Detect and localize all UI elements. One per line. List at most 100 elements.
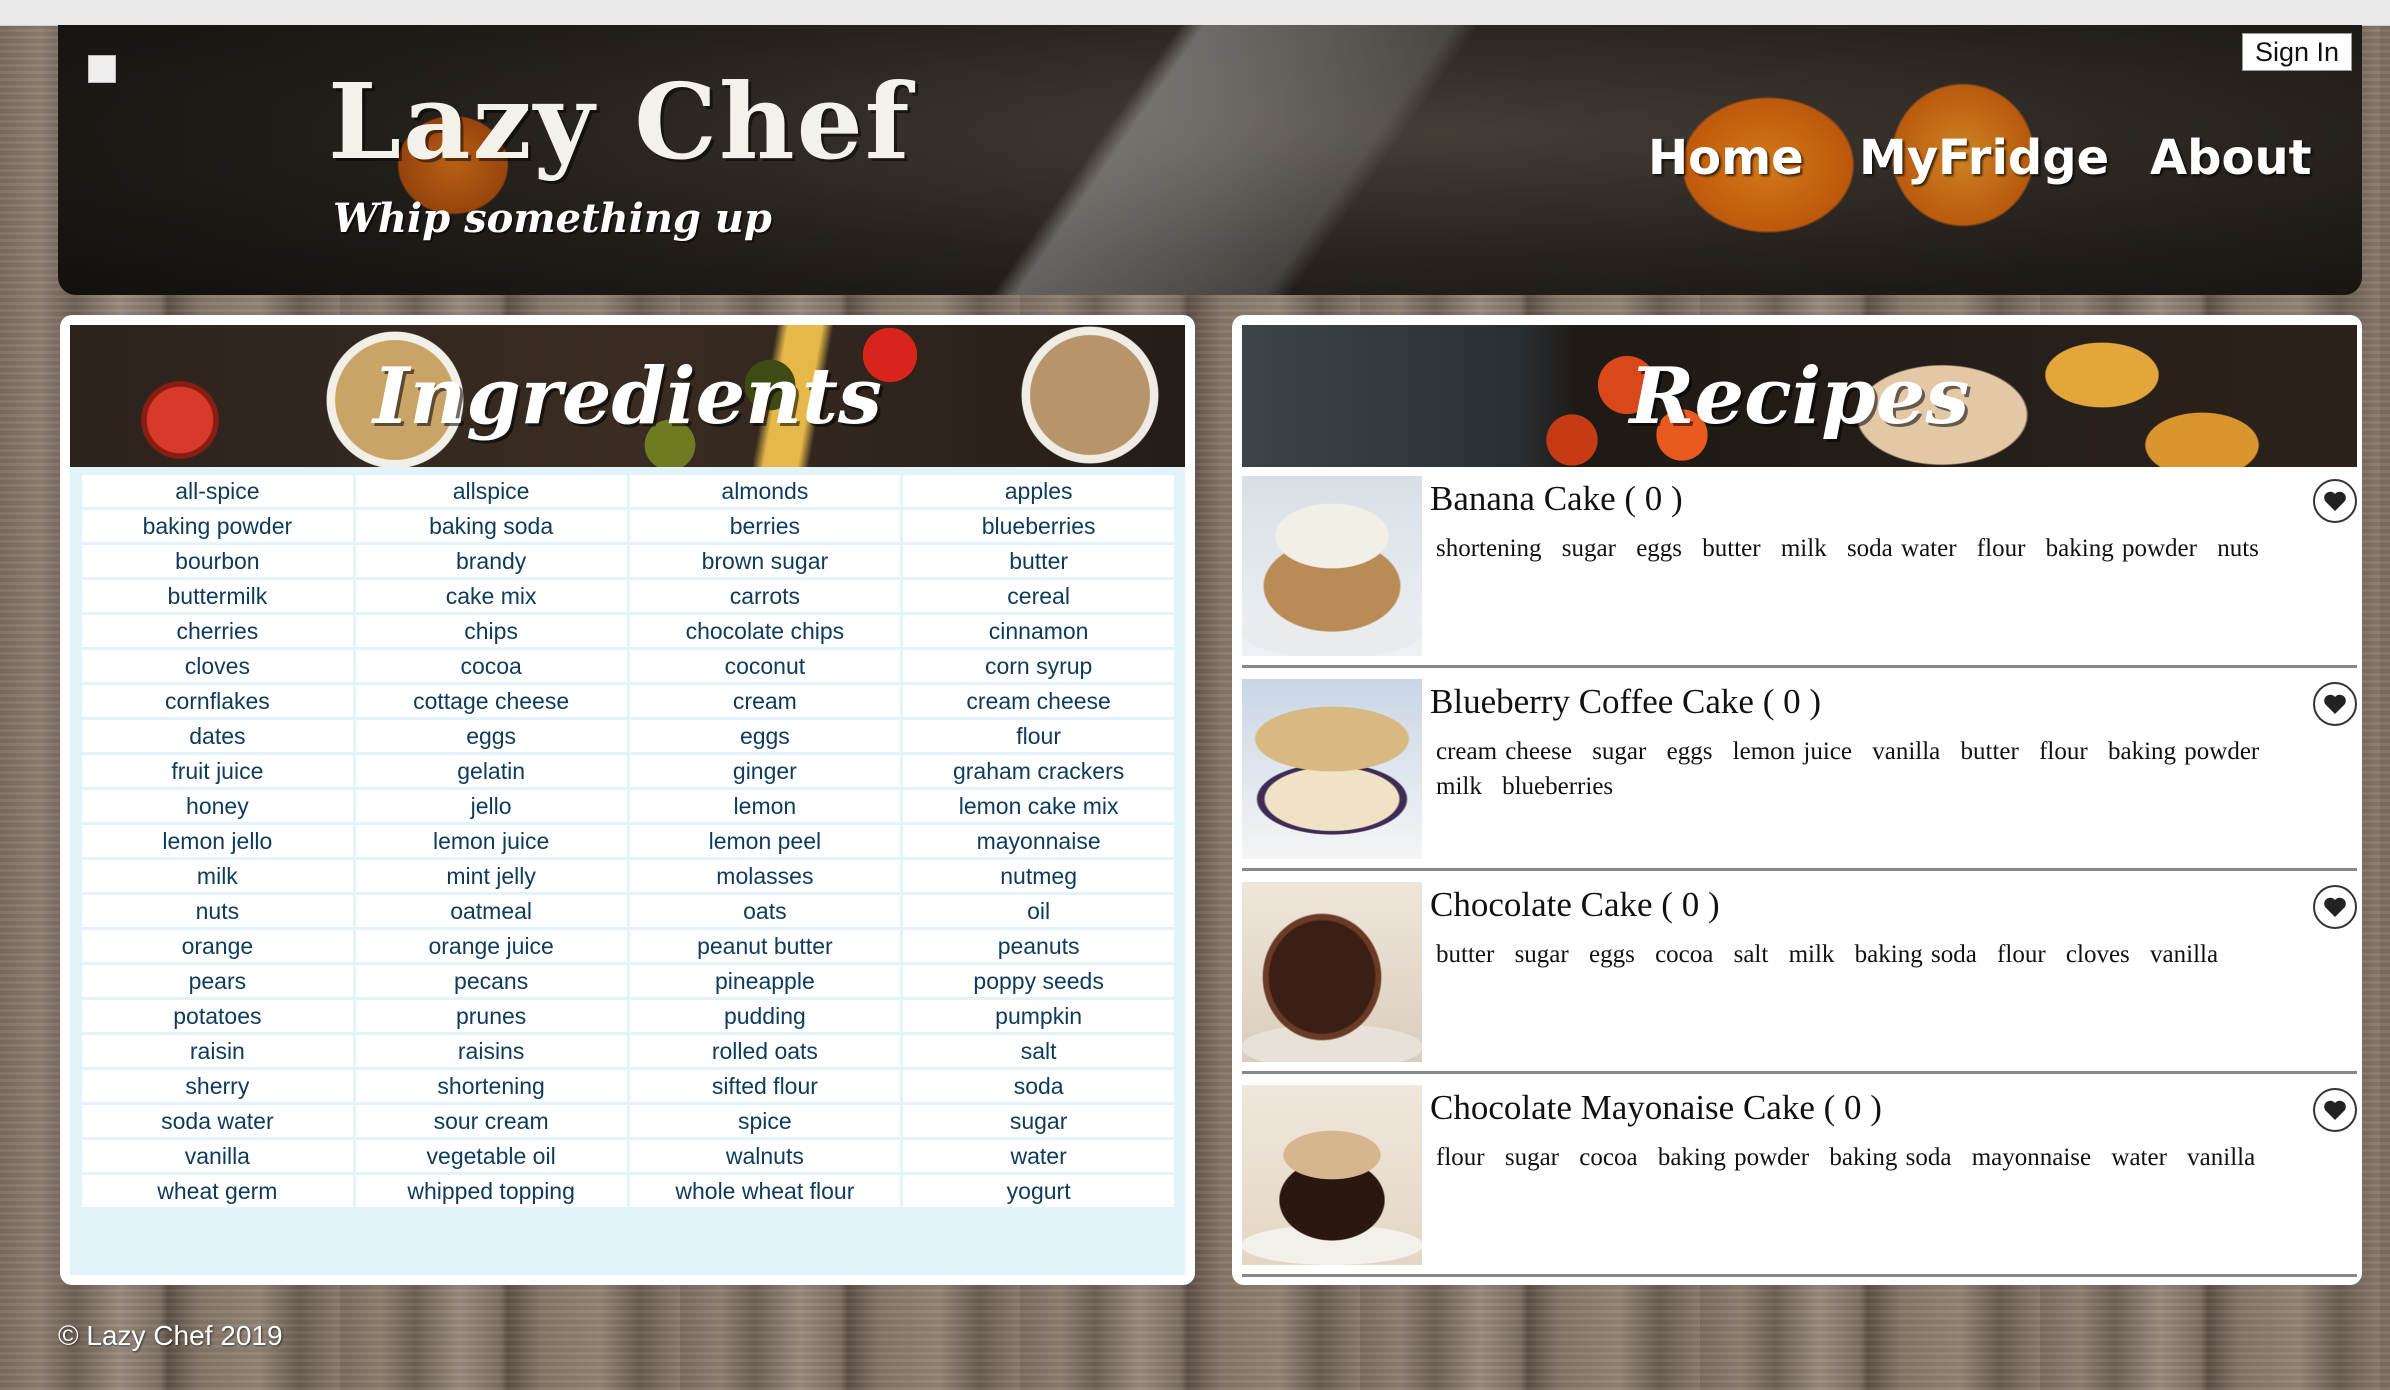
ingredient-item[interactable]: cream — [629, 685, 901, 717]
ingredient-item[interactable]: ginger — [629, 755, 901, 787]
ingredient-item[interactable]: orange juice — [355, 930, 627, 962]
ingredient-item[interactable]: apples — [903, 475, 1174, 507]
ingredient-item[interactable]: cinnamon — [903, 615, 1174, 647]
ingredient-item[interactable]: blueberries — [903, 510, 1174, 542]
recipe-image[interactable] — [1242, 882, 1422, 1062]
ingredient-item[interactable]: eggs — [355, 720, 627, 752]
ingredient-item[interactable]: allspice — [355, 475, 627, 507]
ingredient-item[interactable]: shortening — [355, 1070, 627, 1102]
ingredient-item[interactable]: bourbon — [82, 545, 353, 577]
heart-icon[interactable] — [2313, 682, 2357, 726]
ingredient-item[interactable]: raisins — [355, 1035, 627, 1067]
nav-home[interactable]: Home — [1648, 130, 1804, 186]
recipe-name[interactable]: Chocolate Cake ( 0 ) — [1430, 885, 1720, 925]
ingredient-item[interactable]: cloves — [82, 650, 353, 682]
ingredient-item[interactable]: corn syrup — [903, 650, 1174, 682]
ingredient-item[interactable]: yogurt — [903, 1175, 1174, 1207]
ingredient-item[interactable]: pumpkin — [903, 1000, 1174, 1032]
ingredient-item[interactable]: poppy seeds — [903, 965, 1174, 997]
ingredient-item[interactable]: raisin — [82, 1035, 353, 1067]
ingredient-item[interactable]: almonds — [629, 475, 901, 507]
ingredient-item[interactable]: buttermilk — [82, 580, 353, 612]
ingredient-item[interactable]: potatoes — [82, 1000, 353, 1032]
ingredient-item[interactable]: wheat germ — [82, 1175, 353, 1207]
ingredient-item[interactable]: pecans — [355, 965, 627, 997]
heart-icon[interactable] — [2313, 479, 2357, 523]
ingredient-item[interactable]: honey — [82, 790, 353, 822]
ingredient-item[interactable]: berries — [629, 510, 901, 542]
ingredient-item[interactable]: cherries — [82, 615, 353, 647]
ingredient-item[interactable]: spice — [629, 1105, 901, 1137]
ingredient-item[interactable]: cornflakes — [82, 685, 353, 717]
ingredient-item[interactable]: sherry — [82, 1070, 353, 1102]
ingredient-item[interactable]: whipped topping — [355, 1175, 627, 1207]
ingredient-item[interactable]: lemon cake mix — [903, 790, 1174, 822]
ingredient-item[interactable]: chocolate chips — [629, 615, 901, 647]
ingredient-item[interactable]: baking powder — [82, 510, 353, 542]
ingredient-item[interactable]: oats — [629, 895, 901, 927]
ingredient-item[interactable]: butter — [903, 545, 1174, 577]
ingredient-item[interactable]: brandy — [355, 545, 627, 577]
recipe-name[interactable]: Banana Cake ( 0 ) — [1430, 479, 1683, 519]
heart-icon[interactable] — [2313, 1088, 2357, 1132]
ingredient-item[interactable]: lemon jello — [82, 825, 353, 857]
ingredient-item[interactable]: water — [903, 1140, 1174, 1172]
ingredient-item[interactable]: gelatin — [355, 755, 627, 787]
ingredient-item[interactable]: carrots — [629, 580, 901, 612]
ingredient-item[interactable]: fruit juice — [82, 755, 353, 787]
ingredient-item[interactable]: cottage cheese — [355, 685, 627, 717]
ingredient-item[interactable]: cake mix — [355, 580, 627, 612]
ingredient-item[interactable]: peanut butter — [629, 930, 901, 962]
ingredient-item[interactable]: soda water — [82, 1105, 353, 1137]
ingredient-item[interactable]: vanilla — [82, 1140, 353, 1172]
ingredient-item[interactable]: cream cheese — [903, 685, 1174, 717]
ingredient-item[interactable]: peanuts — [903, 930, 1174, 962]
ingredient-item[interactable]: rolled oats — [629, 1035, 901, 1067]
ingredient-item[interactable]: mint jelly — [355, 860, 627, 892]
sign-in-button[interactable]: Sign In — [2242, 33, 2352, 71]
ingredient-item[interactable]: sugar — [903, 1105, 1174, 1137]
ingredient-item[interactable]: cereal — [903, 580, 1174, 612]
ingredient-item[interactable]: baking soda — [355, 510, 627, 542]
recipe-card[interactable]: Banana Cake ( 0 ) shortening sugar eggs … — [1242, 467, 2357, 668]
ingredient-item[interactable]: nuts — [82, 895, 353, 927]
ingredient-item[interactable]: sour cream — [355, 1105, 627, 1137]
nav-about[interactable]: About — [2150, 130, 2312, 186]
heart-icon[interactable] — [2313, 885, 2357, 929]
ingredient-item[interactable]: chips — [355, 615, 627, 647]
ingredient-item[interactable]: lemon — [629, 790, 901, 822]
recipe-name[interactable]: Chocolate Mayonaise Cake ( 0 ) — [1430, 1088, 1882, 1128]
ingredient-item[interactable]: sifted flour — [629, 1070, 901, 1102]
ingredient-item[interactable]: nutmeg — [903, 860, 1174, 892]
ingredient-item[interactable]: eggs — [629, 720, 901, 752]
ingredient-item[interactable]: brown sugar — [629, 545, 901, 577]
recipe-card[interactable]: Chocolate Cake ( 0 ) butter sugar eggs c… — [1242, 873, 2357, 1074]
ingredient-item[interactable]: pears — [82, 965, 353, 997]
ingredient-item[interactable]: oatmeal — [355, 895, 627, 927]
ingredient-item[interactable]: soda — [903, 1070, 1174, 1102]
ingredient-item[interactable]: jello — [355, 790, 627, 822]
ingredient-item[interactable]: lemon juice — [355, 825, 627, 857]
ingredient-item[interactable]: graham crackers — [903, 755, 1174, 787]
ingredient-item[interactable]: mayonnaise — [903, 825, 1174, 857]
nav-myfridge[interactable]: MyFridge — [1859, 130, 2109, 186]
recipe-name[interactable]: Blueberry Coffee Cake ( 0 ) — [1430, 682, 1821, 722]
ingredient-item[interactable]: walnuts — [629, 1140, 901, 1172]
ingredient-item[interactable]: salt — [903, 1035, 1174, 1067]
ingredient-item[interactable]: molasses — [629, 860, 901, 892]
ingredient-item[interactable]: whole wheat flour — [629, 1175, 901, 1207]
recipe-card[interactable]: Chocolate Mayonaise Cake ( 0 ) flour sug… — [1242, 1076, 2357, 1277]
ingredient-item[interactable]: vegetable oil — [355, 1140, 627, 1172]
ingredient-item[interactable]: orange — [82, 930, 353, 962]
ingredient-item[interactable]: milk — [82, 860, 353, 892]
ingredient-item[interactable]: cocoa — [355, 650, 627, 682]
ingredient-item[interactable]: oil — [903, 895, 1174, 927]
recipe-image[interactable] — [1242, 1085, 1422, 1265]
ingredient-item[interactable]: dates — [82, 720, 353, 752]
recipe-image[interactable] — [1242, 679, 1422, 859]
recipe-image[interactable] — [1242, 476, 1422, 656]
ingredient-item[interactable]: coconut — [629, 650, 901, 682]
ingredient-item[interactable]: all-spice — [82, 475, 353, 507]
ingredient-item[interactable]: flour — [903, 720, 1174, 752]
ingredient-item[interactable]: pineapple — [629, 965, 901, 997]
